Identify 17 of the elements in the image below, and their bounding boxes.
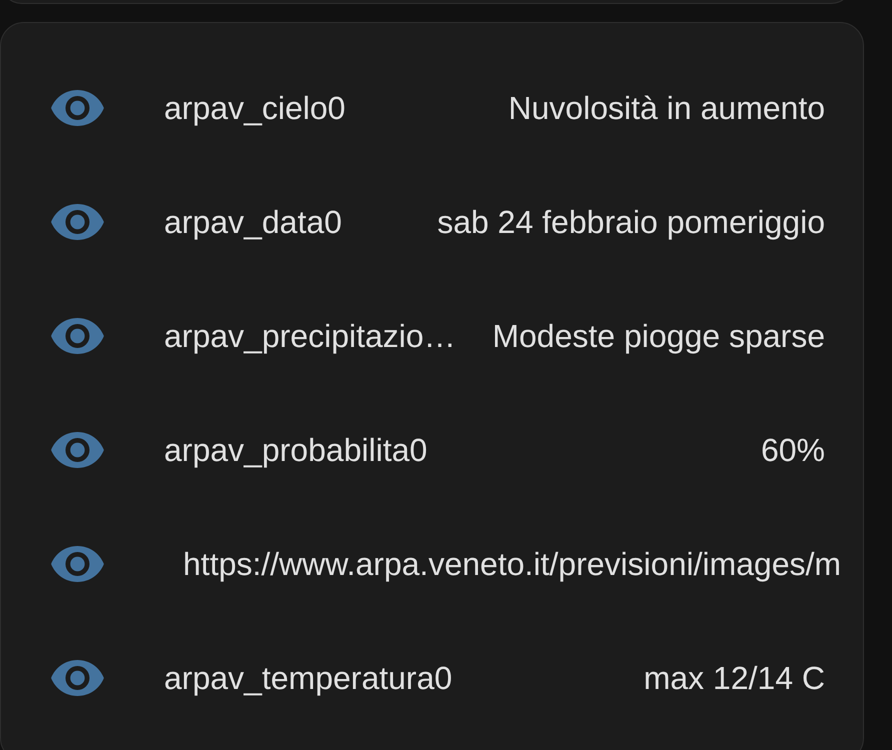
entity-state: max 12/14 C (642, 659, 825, 698)
eye-icon (51, 432, 104, 468)
entity-name: arpav_precipitazio… (164, 317, 456, 356)
entity-name: arpav_probabilita0 (164, 431, 428, 470)
eye-icon (51, 546, 104, 582)
entity-state: sab 24 febbraio pomeriggio (436, 203, 825, 242)
eye-icon (51, 204, 104, 240)
eye-icon (51, 318, 104, 354)
entity-name: arpav_cielo0 (164, 89, 346, 128)
state-url: https://www.arpa.veneto.it/previsioni/images/m (183, 545, 842, 584)
entity-state: 60% (760, 431, 825, 470)
eye-icon (51, 660, 104, 696)
entity-name: arpav_data0 (164, 203, 342, 242)
eye-icon (51, 90, 104, 126)
entity-name: arpav_temperatura0 (164, 659, 452, 698)
entity-state: Nuvolosità in aumento (507, 89, 825, 128)
entity-state: Modeste piogge sparse (491, 317, 825, 356)
